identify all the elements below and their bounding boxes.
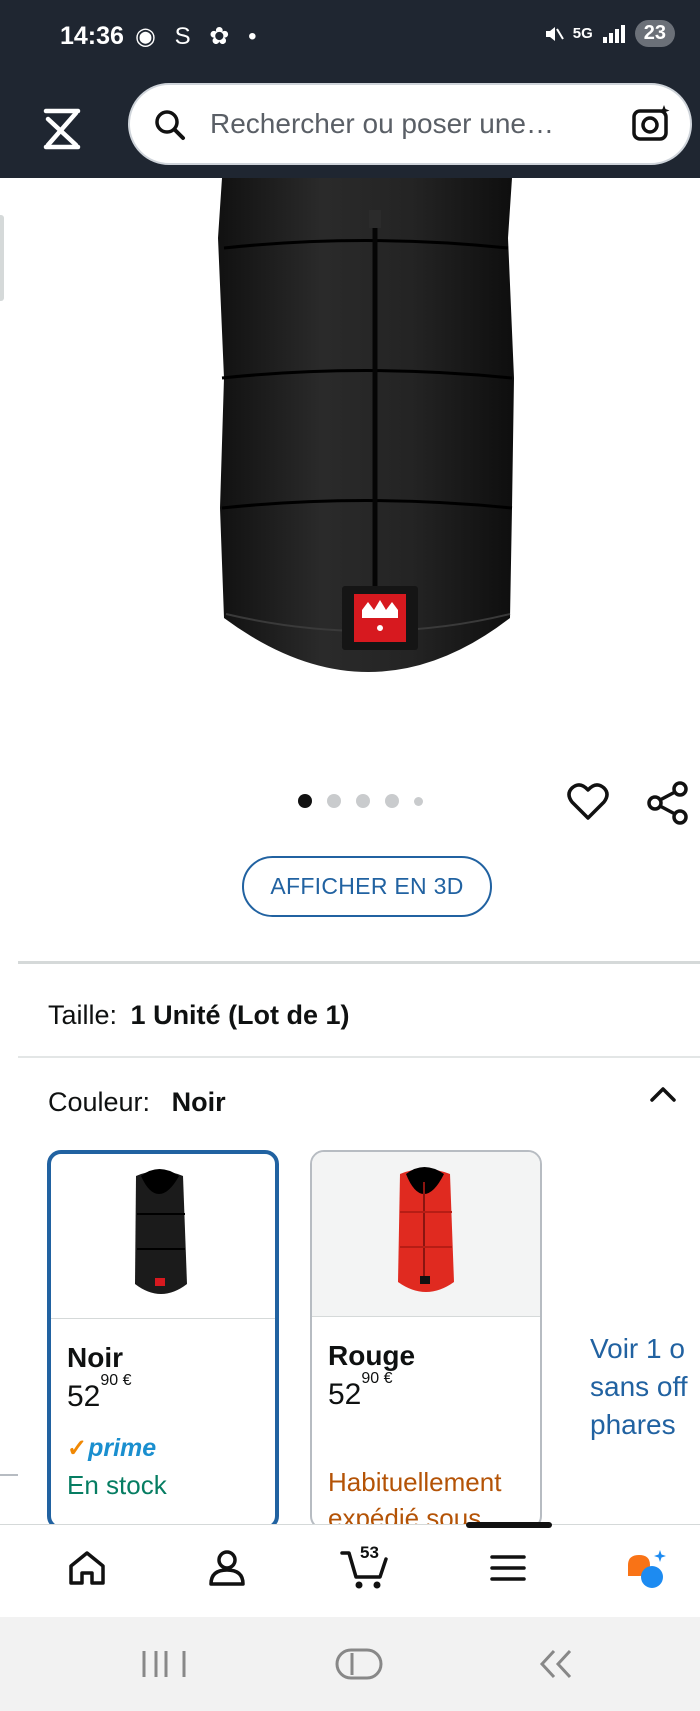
network-label: 5G	[572, 25, 593, 42]
heart-icon[interactable]	[566, 780, 610, 822]
status-notification-icons: ◉ S ✿ •	[135, 23, 263, 50]
bottom-nav: 53	[0, 1522, 700, 1617]
size-value: 1 Unité (Lot de 1)	[130, 1000, 350, 1030]
swatch-name: Rouge	[328, 1340, 416, 1371]
divider	[18, 1056, 700, 1058]
chevron-up-icon[interactable]	[648, 1080, 678, 1110]
status-time: 14:36	[60, 22, 124, 50]
search-bar[interactable]: Rechercher ou poser une…	[128, 83, 692, 165]
search-input[interactable]: Rechercher ou poser une…	[210, 108, 554, 140]
cart-button[interactable]: 53	[340, 1543, 392, 1593]
home-icon[interactable]	[66, 1547, 108, 1589]
product-image[interactable]	[0, 178, 700, 738]
rufus-assistant-icon[interactable]	[622, 1547, 670, 1593]
status-right-group: 5G 23	[543, 20, 675, 47]
color-label: Couleur:	[48, 1087, 151, 1117]
prime-badge: ✓ prime	[67, 1434, 157, 1462]
home-system-icon[interactable]	[334, 1647, 386, 1681]
color-value: Noir	[171, 1087, 226, 1117]
carousel-dot[interactable]	[298, 794, 312, 808]
system-nav-bar	[0, 1617, 700, 1711]
swatch-price: 5290 €	[328, 1370, 393, 1411]
availability-text: En stock	[67, 1470, 167, 1500]
camera-search-icon[interactable]	[630, 103, 672, 145]
footmuff-image	[218, 178, 514, 672]
nav-active-indicator	[466, 1522, 552, 1528]
search-icon	[155, 110, 185, 140]
battery-badge: 23	[634, 20, 675, 47]
color-swatch-noir[interactable]: Noir 5290 € ✓ prime En stock	[47, 1150, 279, 1530]
status-bar: 14:36 ◉ S ✿ • 5G 23	[0, 0, 700, 75]
divider	[0, 1474, 18, 1476]
size-row: Taille: 1 Unité (Lot de 1)	[48, 1000, 350, 1031]
side-panel-handle[interactable]	[0, 215, 4, 301]
app-header: Rechercher ou poser une…	[0, 75, 700, 178]
share-icon[interactable]	[645, 780, 691, 826]
carousel-dots	[298, 794, 423, 808]
more-options-link[interactable]: Voir 1 o sans off phares	[590, 1330, 688, 1444]
mute-icon	[545, 26, 564, 41]
carousel-dot[interactable]	[385, 794, 399, 808]
carousel-dot[interactable]	[356, 794, 370, 808]
availability-text: Habituellement expédié sous …	[328, 1467, 515, 1530]
recents-icon[interactable]	[140, 1649, 190, 1679]
swatch-price: 5290 €	[67, 1372, 132, 1413]
view-3d-button[interactable]: AFFICHER EN 3D	[242, 856, 492, 917]
color-swatch-rouge[interactable]: Rouge 5290 € Habituellement expédié sous…	[310, 1150, 542, 1530]
carousel-dot[interactable]	[327, 794, 341, 808]
signal-icon	[602, 24, 625, 43]
carousel-dot[interactable]	[414, 796, 423, 806]
account-icon[interactable]	[206, 1547, 248, 1589]
back-system-icon[interactable]	[536, 1647, 578, 1681]
prime-check-icon: ✓	[67, 1435, 88, 1462]
size-label: Taille:	[48, 1000, 118, 1030]
cart-count: 53	[360, 1543, 379, 1562]
menu-icon[interactable]	[488, 1547, 528, 1589]
swatch-name: Noir	[67, 1342, 123, 1373]
swatch-image	[312, 1152, 540, 1317]
divider	[18, 961, 700, 964]
back-filter-icon[interactable]	[38, 105, 86, 153]
color-row: Couleur: Noir	[48, 1087, 226, 1118]
swatch-image	[51, 1154, 275, 1319]
